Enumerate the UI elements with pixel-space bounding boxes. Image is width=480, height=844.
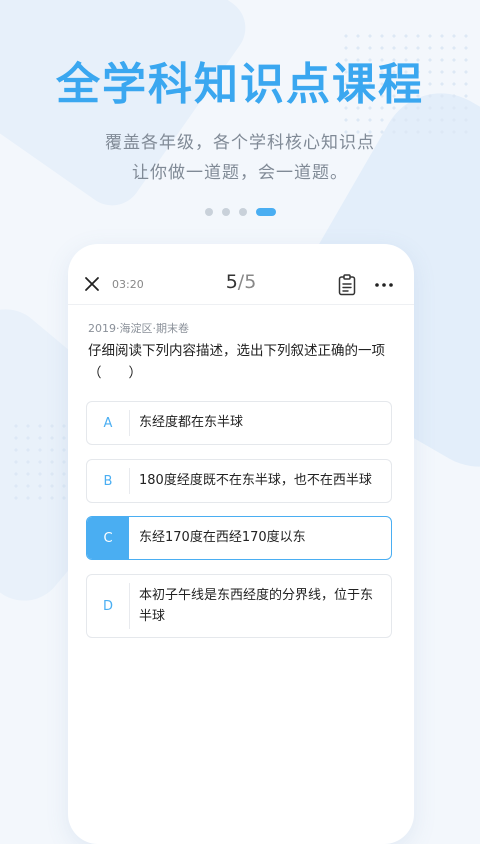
option-letter: B — [103, 473, 113, 489]
option-letter: D — [102, 598, 113, 614]
option-a[interactable]: A 东经度都在东半球 — [86, 401, 392, 445]
carousel-dot — [238, 208, 247, 216]
question-line1: 仔细阅读下列内容描述，选出下列叙述正确的一项 — [88, 343, 385, 359]
hero-subtitle-line2: 让你做一道题，会一道题。 — [132, 163, 348, 183]
option-text: 东经度都在东半球 — [139, 415, 244, 430]
question-text: 仔细阅读下列内容描述，选出下列叙述正确的一项 （ ） — [88, 340, 398, 384]
more-icon[interactable] — [374, 275, 394, 295]
toolbar-divider — [68, 304, 414, 305]
carousel-dot — [221, 208, 230, 216]
option-text: 180度经度既不在东半球，也不在西半球 — [139, 473, 372, 488]
option-d[interactable]: D 本初子午线是东西经度的分界线，位于东半球 — [86, 574, 392, 638]
hero-title: 全学科知识点课程 — [56, 59, 424, 110]
hero-subtitle-line1: 覆盖各年级，各个学科核心知识点 — [105, 133, 375, 153]
option-text: 东经170度在西经170度以东 — [139, 530, 306, 545]
question-source: 2019·海淀区·期末卷 — [88, 322, 189, 335]
phone-preview: 03:20 5/5 2019·海淀区·期末卷 仔细阅读下列内容描述，选出下列叙述… — [68, 244, 414, 844]
progress-current: 5 — [225, 271, 238, 293]
option-c[interactable]: C 东经170度在西经170度以东 — [86, 516, 392, 560]
option-letter: C — [87, 517, 129, 559]
progress-total: 5 — [244, 271, 257, 293]
carousel-dot — [204, 208, 213, 216]
option-b[interactable]: B 180度经度既不在东半球，也不在西半球 — [86, 459, 392, 503]
question-progress: 5/5 — [68, 271, 414, 293]
carousel-indicator — [0, 208, 480, 216]
answer-sheet-icon[interactable] — [338, 274, 356, 296]
carousel-dot-active — [255, 208, 276, 216]
quiz-toolbar: 03:20 5/5 — [68, 268, 414, 304]
question-line2: （ ） — [88, 365, 142, 381]
option-text: 本初子午线是东西经度的分界线，位于东半球 — [139, 588, 374, 624]
option-letter: A — [103, 415, 113, 431]
